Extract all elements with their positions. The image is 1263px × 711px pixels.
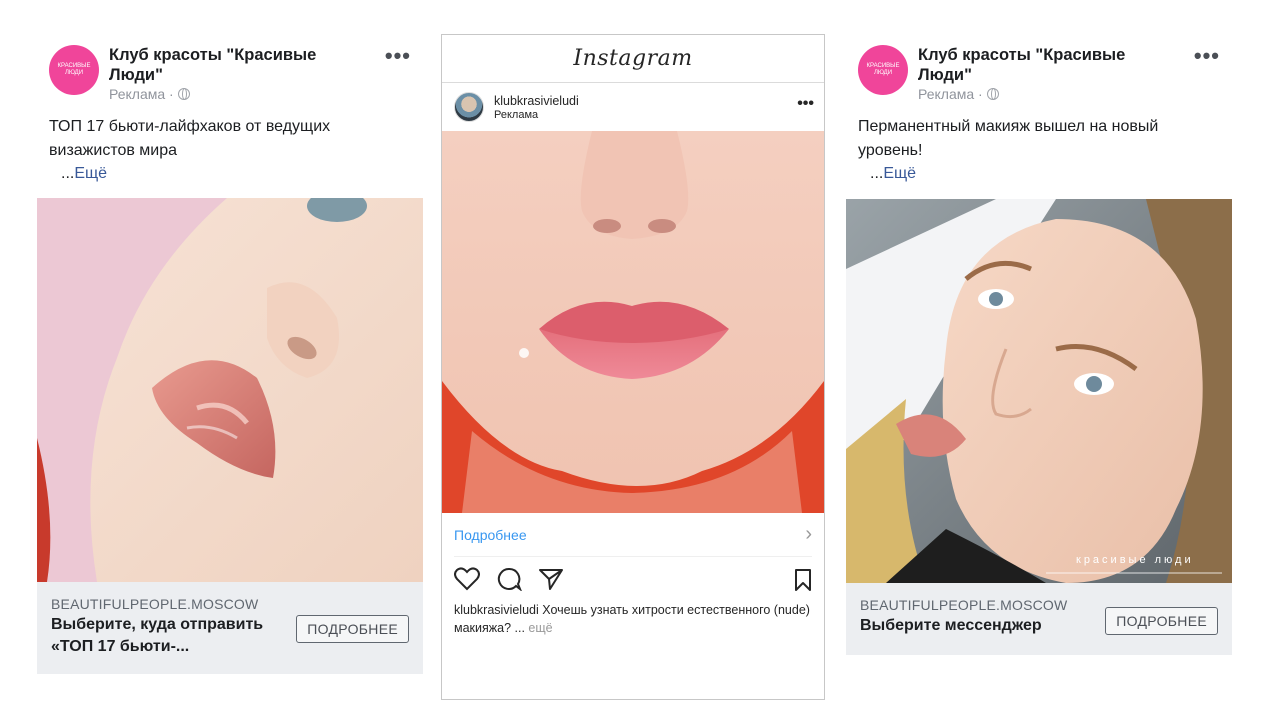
post-text: Перманентный макияж вышел на новый урове… <box>858 118 1159 159</box>
ad-domain: BEAUTIFULPEOPLE.MOSCOW <box>51 596 259 612</box>
ig-post-header: klubkrasivieludi Реклама ••• <box>442 83 824 131</box>
ig-sponsored-label: Реклама <box>494 108 539 121</box>
instagram-ad: Instagram klubkrasivieludi Реклама ••• П… <box>441 34 825 700</box>
fb-post-header: КРАСИВЫЕ ЛЮДИ Клуб красоты "Красивые Люд… <box>37 35 423 115</box>
ad-image[interactable]: красивые люди <box>846 199 1232 583</box>
instagram-topbar: Instagram <box>442 35 824 83</box>
avatar[interactable]: КРАСИВЫЕ ЛЮДИ <box>49 45 99 95</box>
sponsored-text: Реклама · <box>918 86 983 102</box>
ig-username[interactable]: klubkrasivieludi <box>494 94 579 108</box>
sponsored-text: Реклама · <box>109 86 174 102</box>
model-portrait-image: красивые люди <box>846 199 1232 583</box>
see-more-dots: ... <box>61 165 75 182</box>
see-more-link[interactable]: Ещё <box>883 165 916 182</box>
fb-header-text: Клуб красоты "Красивые Люди" Реклама · <box>918 45 1158 105</box>
comment-icon[interactable] <box>496 567 522 591</box>
see-more: ...Ещё <box>846 163 1232 185</box>
avatar[interactable] <box>454 92 484 122</box>
sponsored-label: Реклама · <box>918 86 1158 102</box>
caption-username[interactable]: klubkrasivieludi <box>454 603 539 617</box>
bookmark-icon[interactable] <box>794 569 812 596</box>
sponsored-label: Реклама · <box>109 86 349 102</box>
post-text: ТОП 17 бьюти-лайфхаков от ведущих визажи… <box>49 118 331 159</box>
chevron-right-icon[interactable]: › <box>805 523 812 546</box>
ad-image[interactable] <box>37 198 423 582</box>
fb-post-header: КРАСИВЫЕ ЛЮДИ Клуб красоты "Красивые Люд… <box>846 35 1232 115</box>
page-name-link[interactable]: Клуб красоты "Красивые Люди" <box>109 45 349 85</box>
ad-cta-footer[interactable]: BEAUTIFULPEOPLE.MOSCOW Выберите мессендж… <box>846 583 1232 655</box>
share-icon[interactable] <box>538 567 564 591</box>
more-options-icon[interactable]: ••• <box>797 96 814 112</box>
ig-action-bar <box>442 557 824 601</box>
ig-learn-more-row[interactable]: Подробнее › <box>454 513 812 557</box>
page-name-link[interactable]: Клуб красоты "Красивые Люди" <box>918 45 1158 85</box>
facebook-ad-right: КРАСИВЫЕ ЛЮДИ Клуб красоты "Красивые Люд… <box>846 35 1232 655</box>
globe-icon <box>177 88 190 100</box>
watermark-text: красивые люди <box>1076 554 1194 566</box>
ad-cta-footer[interactable]: BEAUTIFULPEOPLE.MOSCOW Выберите, куда от… <box>37 582 423 674</box>
see-more: ...Ещё <box>37 163 423 185</box>
globe-icon <box>986 88 999 100</box>
fb-header-text: Клуб красоты "Красивые Люди" Реклама · <box>109 45 349 105</box>
facebook-ad-left: КРАСИВЫЕ ЛЮДИ Клуб красоты "Красивые Люд… <box>37 35 423 675</box>
ig-user-block: klubkrasivieludi Реклама <box>494 94 579 121</box>
instagram-logo: Instagram <box>573 46 693 71</box>
more-options-icon[interactable]: ••• <box>385 45 411 67</box>
face-closeup-image <box>442 131 824 513</box>
see-more-link[interactable]: Ещё <box>74 165 107 182</box>
ad-image[interactable] <box>442 131 824 513</box>
avatar[interactable]: КРАСИВЫЕ ЛЮДИ <box>858 45 908 95</box>
more-options-icon[interactable]: ••• <box>1194 45 1220 67</box>
caption-more-link[interactable]: ещё <box>528 621 552 635</box>
ad-cta-title: Выберите мессенджер <box>860 617 1042 634</box>
learn-more-button[interactable]: ПОДРОБНЕЕ <box>1105 607 1218 635</box>
ig-caption: klubkrasivieludi Хочешь узнать хитрости … <box>442 601 824 637</box>
ig-learn-more-link[interactable]: Подробнее <box>454 527 527 543</box>
heart-icon[interactable] <box>454 567 480 591</box>
learn-more-button[interactable]: ПОДРОБНЕЕ <box>296 615 409 643</box>
lips-closeup-image <box>37 198 423 582</box>
ad-cta-title: Выберите, куда отправить «ТОП 17 бьюти-.… <box>51 616 264 655</box>
see-more-dots: ... <box>870 165 884 182</box>
